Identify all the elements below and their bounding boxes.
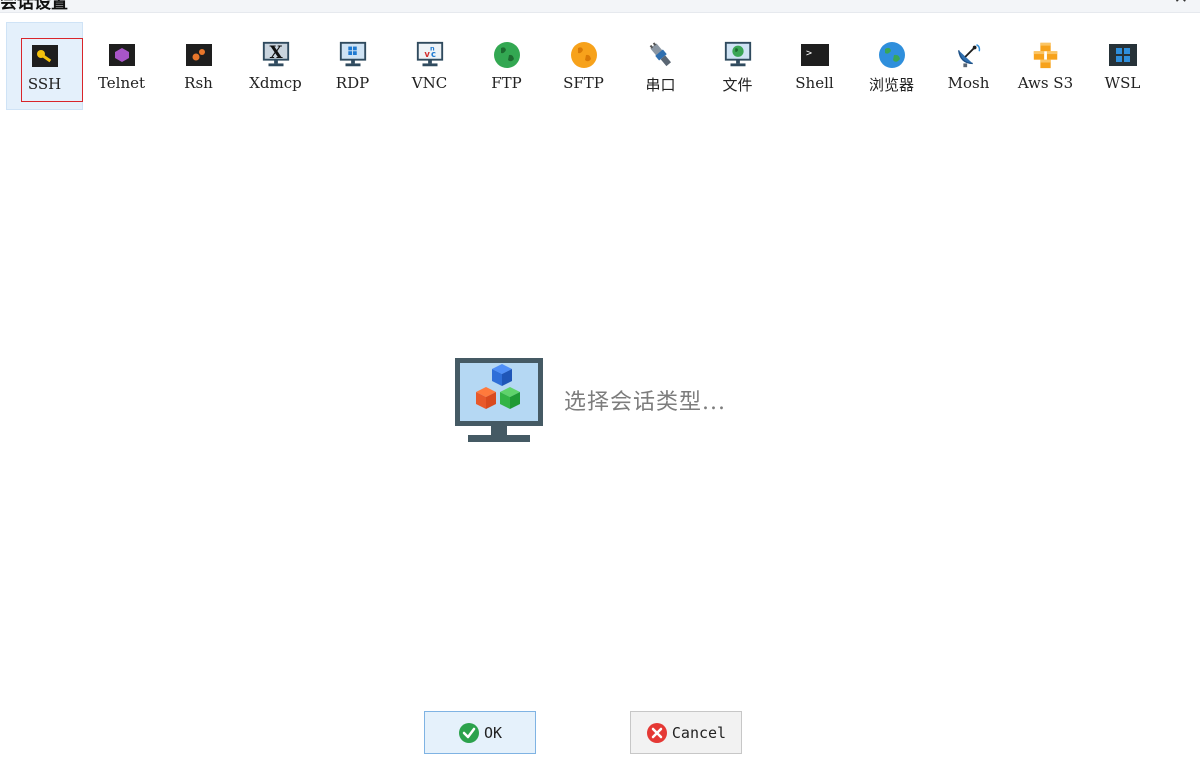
- close-icon[interactable]: ✕: [1174, 0, 1188, 8]
- monitor-cubes-icon: [454, 357, 544, 447]
- vnc-icon: vcn: [415, 40, 445, 70]
- cancel-button[interactable]: Cancel: [630, 711, 742, 754]
- rsh-icon: [184, 40, 214, 70]
- session-type-rdp[interactable]: RDP: [314, 22, 391, 110]
- session-type-shell[interactable]: > Shell: [776, 22, 853, 110]
- session-type-mosh[interactable]: Mosh: [930, 22, 1007, 110]
- ok-button[interactable]: OK: [424, 711, 536, 754]
- serial-plug-icon: [646, 40, 676, 70]
- session-type-ftp[interactable]: FTP: [468, 22, 545, 110]
- window-title: 会话设置: [0, 0, 68, 13]
- session-type-aws-s3[interactable]: Aws S3: [1007, 22, 1084, 110]
- session-type-serial[interactable]: 串口: [622, 22, 699, 110]
- svg-text:X: X: [269, 42, 283, 62]
- browser-globe-icon: [877, 40, 907, 70]
- session-type-label: 浏览器: [868, 76, 914, 94]
- session-type-ssh[interactable]: SSH: [6, 22, 83, 110]
- session-type-label: Telnet: [97, 74, 146, 92]
- title-bar: 会话设置 ✕: [0, 0, 1200, 13]
- svg-text:n: n: [430, 44, 435, 52]
- session-type-label: WSL: [1104, 74, 1141, 92]
- telnet-icon: [107, 40, 137, 70]
- session-type-label: FTP: [491, 74, 522, 92]
- focus-rectangle: [21, 38, 83, 102]
- aws-cubes-icon: [1031, 40, 1061, 70]
- session-type-rsh[interactable]: Rsh: [160, 22, 237, 110]
- session-type-browser[interactable]: 浏览器: [853, 22, 930, 110]
- sftp-globe-icon: [569, 40, 599, 70]
- svg-text:>: >: [806, 48, 812, 59]
- session-type-xdmcp[interactable]: X Xdmcp: [237, 22, 314, 110]
- session-type-label: Rsh: [184, 74, 213, 92]
- session-type-label: Mosh: [947, 74, 990, 92]
- xdmcp-icon: X: [261, 40, 291, 70]
- session-type-wsl[interactable]: WSL: [1084, 22, 1161, 110]
- session-type-vnc[interactable]: vcn VNC: [391, 22, 468, 110]
- session-placeholder: 选择会话类型...: [454, 357, 774, 442]
- session-type-label: Xdmcp: [249, 74, 302, 92]
- satellite-dish-icon: [954, 40, 984, 70]
- rdp-icon: [338, 40, 368, 70]
- file-monitor-icon: [723, 40, 753, 70]
- ok-button-label: OK: [483, 723, 503, 742]
- select-session-type-prompt: 选择会话类型...: [564, 390, 726, 415]
- session-type-sftp[interactable]: SFTP: [545, 22, 622, 110]
- session-type-label: SFTP: [563, 74, 604, 92]
- session-type-toolbar: SSH Telnet Rsh X Xdmcp RDP vcn VNC FTP S…: [6, 22, 1166, 110]
- shell-terminal-icon: >: [800, 40, 830, 70]
- ftp-globe-icon: [492, 40, 522, 70]
- session-type-label: RDP: [335, 74, 370, 92]
- cancel-x-icon: [646, 722, 668, 744]
- check-icon: [458, 722, 480, 744]
- session-type-file[interactable]: 文件: [699, 22, 776, 110]
- session-type-label: VNC: [411, 74, 448, 92]
- session-type-label: Shell: [795, 74, 834, 92]
- cancel-button-label: Cancel: [671, 723, 727, 742]
- session-type-telnet[interactable]: Telnet: [83, 22, 160, 110]
- session-type-label: Aws S3: [1017, 74, 1074, 92]
- session-type-label: 串口: [645, 76, 676, 94]
- session-type-label: 文件: [722, 76, 753, 94]
- windows-logo-icon: [1108, 40, 1138, 70]
